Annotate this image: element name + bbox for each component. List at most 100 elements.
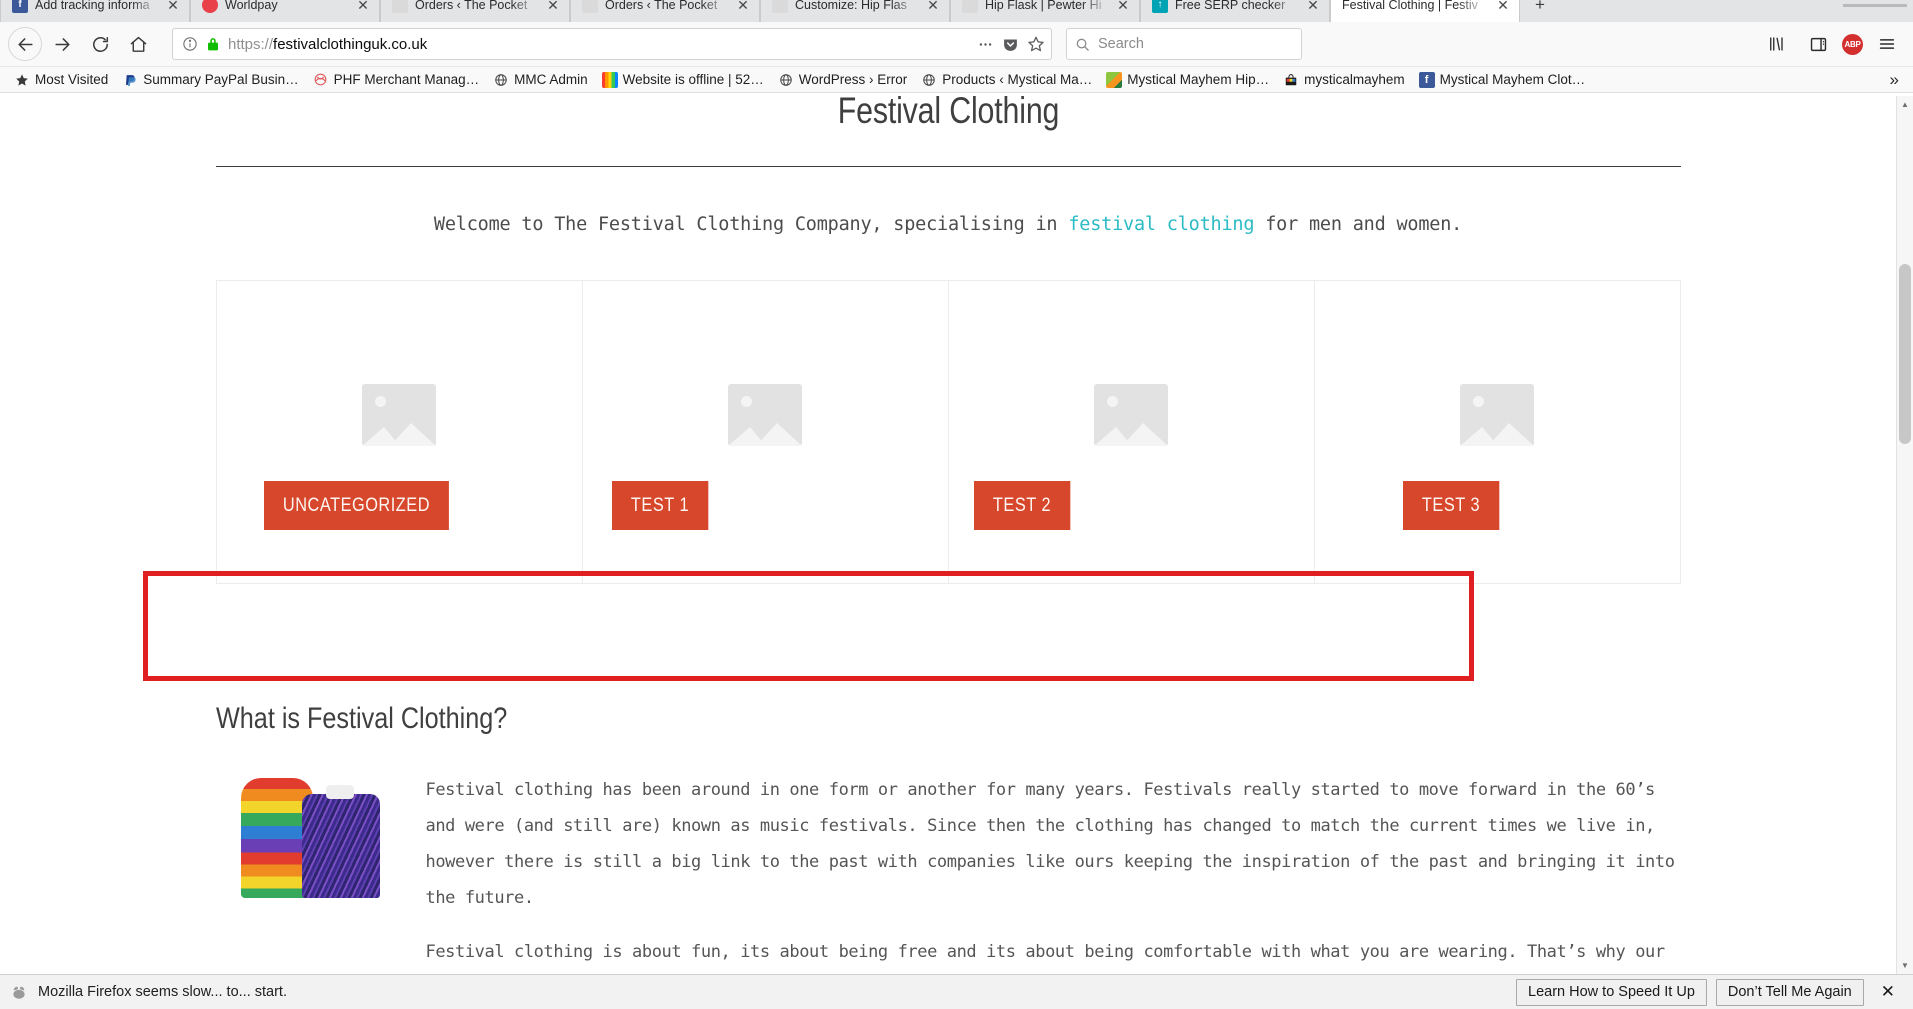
bookmark-item[interactable]: Summary PayPal Busin… (116, 70, 304, 90)
close-icon[interactable]: ✕ (356, 0, 370, 12)
bookmark-label: Mystical Mayhem Clot… (1439, 72, 1586, 87)
close-icon[interactable]: ✕ (926, 0, 940, 12)
pocket-icon[interactable] (1002, 36, 1019, 53)
adblock-plus-icon[interactable]: ABP (1842, 33, 1863, 55)
section-heading: What is Festival Clothing? (215, 702, 507, 735)
close-icon[interactable]: ✕ (546, 0, 560, 12)
bookmark-item[interactable]: WordPress › Error (772, 70, 914, 90)
close-icon[interactable]: ✕ (1116, 0, 1130, 12)
close-icon[interactable]: ✕ (736, 0, 750, 12)
bookmark-item[interactable]: f Mystical Mayhem Clot… (1413, 70, 1592, 90)
search-input[interactable]: Search (1098, 36, 1144, 52)
bookmark-label: Website is offline | 52… (622, 72, 764, 87)
dont-tell-me-again-button[interactable]: Don’t Tell Me Again (1715, 978, 1864, 1006)
shop-bag-icon (1283, 72, 1299, 88)
bookmarks-toolbar: Most Visited Summary PayPal Busin… PHF M… (0, 67, 1913, 93)
close-icon[interactable]: ✕ (1306, 0, 1320, 12)
placeholder-image-icon (1094, 384, 1168, 446)
browser-tab[interactable]: Customize: Hip Flas ✕ (760, 0, 950, 22)
home-button[interactable] (120, 26, 156, 62)
page-info-icon[interactable] (182, 36, 198, 52)
bookmark-item[interactable]: MMC Admin (487, 70, 594, 90)
bookmark-label: mysticalmayhem (1304, 72, 1405, 87)
tab-title: Worldpay (225, 0, 278, 12)
browser-tab[interactable]: f Add tracking informa ✕ (0, 0, 190, 22)
facebook-icon: f (1418, 71, 1435, 88)
bookmark-item[interactable]: Website is offline | 52… (596, 70, 770, 90)
close-icon[interactable]: ✕ (1496, 0, 1510, 12)
url-text[interactable]: https://festivalclothinguk.co.uk (228, 36, 969, 53)
category-cell[interactable]: Test 1 (582, 281, 949, 584)
new-tab-button[interactable]: + (1520, 0, 1560, 22)
tab-strip[interactable]: f Add tracking informa ✕ Worldpay ✕ Orde… (0, 0, 1913, 22)
toolbar-right: ABP (1748, 26, 1905, 62)
browser-tab[interactable]: ↑ Free SERP checker ✕ (1140, 0, 1330, 22)
globe-icon (493, 72, 509, 88)
page-scrollbar[interactable]: ▲ ▼ (1896, 96, 1913, 974)
rainbow-jumpers-photo (216, 778, 412, 900)
paypal-icon (122, 72, 138, 88)
padlock-icon[interactable] (206, 36, 220, 52)
bookmark-item[interactable]: Most Visited (8, 70, 114, 90)
scroll-up-icon[interactable]: ▲ (1897, 96, 1913, 113)
welcome-after: for men and women. (1254, 214, 1463, 235)
placeholder-image-icon (728, 384, 802, 446)
bookmark-item[interactable]: Products ‹ Mystical Ma… (915, 70, 1098, 90)
browser-tab[interactable]: Orders ‹ The Pocket ✕ (570, 0, 760, 22)
search-bar[interactable]: Search (1066, 28, 1302, 60)
category-button[interactable]: Test 2 (973, 481, 1070, 530)
window-minimize-icon[interactable] (1843, 3, 1907, 7)
hamburger-menu-icon[interactable] (1869, 26, 1905, 62)
bookmark-label: PHF Merchant Manag… (333, 72, 480, 87)
category-button[interactable]: Uncategorized (263, 481, 449, 530)
web-page: Festival Clothing Welcome to The Festiva… (0, 96, 1896, 974)
category-button[interactable]: Test 1 (611, 481, 708, 530)
url-host: festivalclothinguk.co.uk (273, 35, 428, 53)
category-cell[interactable]: Test 3 (1314, 281, 1681, 584)
bookmarks-overflow-icon[interactable]: » (1890, 70, 1905, 90)
tab-title: Customize: Hip Flas (795, 0, 907, 12)
about-section: Festival clothing has been around in one… (216, 772, 1681, 974)
browser-tab[interactable]: Hip Flask | Pewter Hi ✕ (950, 0, 1140, 22)
close-icon[interactable]: ✕ (1873, 982, 1903, 1002)
globe-icon (921, 72, 937, 88)
ellipsis-icon[interactable] (977, 36, 994, 53)
forward-button[interactable] (44, 26, 80, 62)
scroll-down-icon[interactable]: ▼ (1897, 957, 1913, 974)
reload-button[interactable] (82, 26, 118, 62)
close-icon[interactable]: ✕ (166, 0, 180, 12)
star-bookmark-icon (14, 72, 30, 88)
bookmark-item[interactable]: Mystical Mayhem Hip… (1100, 70, 1275, 90)
welcome-text: Welcome to The Festival Clothing Company… (216, 214, 1681, 235)
rainbow-icon (601, 71, 618, 88)
category-cell[interactable]: Uncategorized (216, 281, 583, 584)
page-viewport: Festival Clothing Welcome to The Festiva… (0, 96, 1913, 974)
festival-clothing-link[interactable]: festival clothing (1068, 214, 1254, 235)
placeholder-image-icon (1460, 384, 1534, 446)
bookmark-item[interactable]: PHF Merchant Manag… (307, 70, 486, 90)
serp-icon: ↑ (1152, 0, 1168, 13)
library-icon[interactable] (1758, 26, 1794, 62)
star-icon[interactable] (1027, 35, 1045, 53)
notification-actions: Learn How to Speed It Up Don’t Tell Me A… (1516, 978, 1903, 1006)
bookmark-label: Most Visited (35, 72, 109, 87)
page-container: Festival Clothing Welcome to The Festiva… (215, 96, 1681, 974)
browser-tab[interactable]: Worldpay ✕ (190, 0, 380, 22)
bookmark-item[interactable]: mysticalmayhem (1277, 70, 1411, 90)
back-button[interactable] (8, 27, 42, 61)
tab-title: Orders ‹ The Pocket (415, 0, 528, 12)
category-cell[interactable]: Test 2 (948, 281, 1315, 584)
browser-tab-active[interactable]: Festival Clothing | Festiv ✕ (1330, 0, 1520, 22)
learn-how-button[interactable]: Learn How to Speed It Up (1516, 978, 1707, 1006)
scrollbar-thumb[interactable] (1899, 264, 1911, 444)
bookmark-label: Summary PayPal Busin… (143, 72, 299, 87)
category-button[interactable]: Test 3 (1402, 481, 1499, 530)
address-bar[interactable]: https://festivalclothinguk.co.uk (172, 28, 1052, 60)
image-icon (1106, 71, 1123, 88)
tabstrip-spacer (1560, 0, 1913, 22)
globe-icon (778, 72, 794, 88)
about-text: Festival clothing has been around in one… (412, 772, 1681, 974)
bookmark-label: WordPress › Error (798, 72, 908, 87)
browser-tab[interactable]: Orders ‹ The Pocket ✕ (380, 0, 570, 22)
sidebar-icon[interactable] (1800, 26, 1836, 62)
